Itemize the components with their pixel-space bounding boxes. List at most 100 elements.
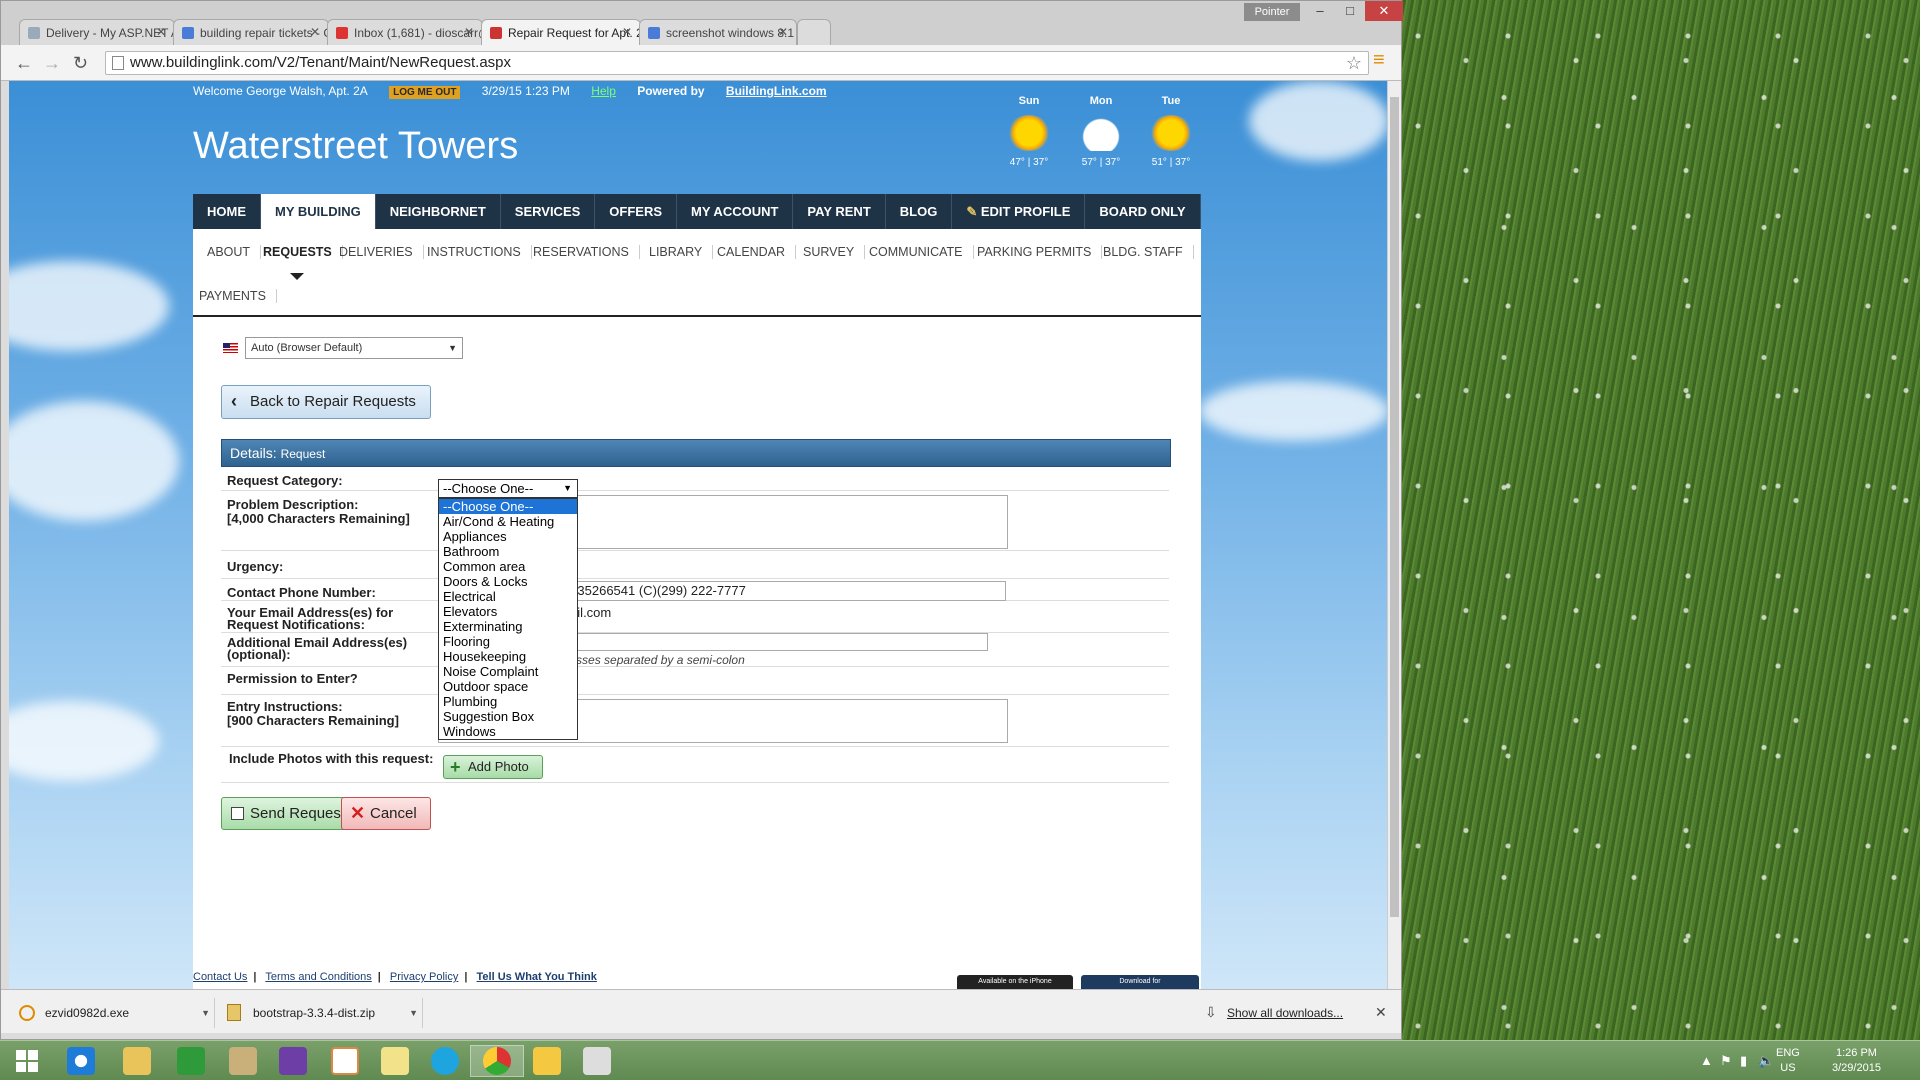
taskbar-app[interactable] bbox=[164, 1045, 218, 1077]
nav-offers[interactable]: OFFERS bbox=[595, 194, 678, 229]
nav-blog[interactable]: BLOG bbox=[886, 194, 953, 229]
subnav-bldg-staff[interactable]: BLDG. STAFF bbox=[1093, 245, 1194, 259]
dropdown-option[interactable]: Doors & Locks bbox=[439, 574, 577, 589]
menu-icon[interactable]: ≡ bbox=[1373, 49, 1385, 72]
dropdown-option[interactable]: Windows bbox=[439, 724, 577, 739]
dropdown-option[interactable]: Flooring bbox=[439, 634, 577, 649]
dropdown-option[interactable]: Air/Cond & Heating bbox=[439, 514, 577, 529]
subnav-instructions[interactable]: INSTRUCTIONS bbox=[417, 245, 532, 259]
download-item[interactable]: bootstrap-3.3.4-dist.zip ▼ bbox=[217, 998, 423, 1028]
window-close-icon[interactable]: ✕ bbox=[1365, 1, 1403, 21]
dropdown-option[interactable]: Exterminating bbox=[439, 619, 577, 634]
nav-my-account[interactable]: MY ACCOUNT bbox=[677, 194, 794, 229]
buildinglink-link[interactable]: BuildingLink.com bbox=[726, 84, 827, 98]
subnav-calendar[interactable]: CALENDAR bbox=[707, 245, 797, 259]
close-icon[interactable]: ✕ bbox=[156, 25, 166, 39]
address-bar[interactable]: www.buildinglink.com/V2/Tenant/Maint/New… bbox=[105, 51, 1369, 75]
forward-arrow-icon[interactable]: → bbox=[43, 53, 61, 74]
iphone-badge[interactable]: Available on the iPhone bbox=[957, 975, 1073, 989]
scrollbar-thumb[interactable] bbox=[1390, 97, 1399, 917]
clock[interactable]: 1:26 PM 3/29/2015 bbox=[1832, 1046, 1881, 1076]
browser-tab[interactable]: screenshot windows 8.1 - ✕ bbox=[639, 19, 797, 45]
start-button[interactable] bbox=[0, 1045, 54, 1077]
logout-button[interactable]: LOG ME OUT bbox=[389, 86, 461, 99]
category-selected-value: --Choose One-- bbox=[443, 481, 534, 496]
nav-board-only[interactable]: BOARD ONLY bbox=[1085, 194, 1201, 229]
tray-up-arrow-icon[interactable]: ▲ bbox=[1700, 1053, 1713, 1068]
browser-tab-active[interactable]: Repair Request for Apt. 2/ ✕ bbox=[481, 19, 641, 45]
footer-link-contact[interactable]: Contact Us bbox=[193, 971, 247, 983]
chevron-down-icon[interactable]: ▼ bbox=[409, 998, 418, 1028]
footer-link-terms[interactable]: Terms and Conditions bbox=[265, 971, 371, 983]
nav-neighbornet[interactable]: NEIGHBORNET bbox=[376, 194, 501, 229]
dropdown-option[interactable]: Suggestion Box bbox=[439, 709, 577, 724]
close-icon[interactable]: ✕ bbox=[778, 25, 788, 39]
browser-tab[interactable]: Inbox (1,681) - dioscarr@ ✕ bbox=[327, 19, 483, 45]
dropdown-option[interactable]: Bathroom bbox=[439, 544, 577, 559]
taskbar-app[interactable] bbox=[266, 1045, 320, 1077]
nav-pay-rent[interactable]: PAY RENT bbox=[793, 194, 886, 229]
close-icon[interactable]: ✕ bbox=[1375, 1004, 1387, 1021]
close-icon[interactable]: ✕ bbox=[310, 25, 320, 39]
nav-my-building[interactable]: MY BUILDING bbox=[261, 194, 376, 229]
page-scrollbar[interactable] bbox=[1387, 81, 1401, 989]
minimize-icon[interactable]: – bbox=[1305, 1, 1335, 21]
new-tab-button[interactable] bbox=[797, 19, 831, 45]
cancel-button[interactable]: ✕ Cancel bbox=[341, 797, 431, 830]
taskbar-app[interactable] bbox=[570, 1045, 624, 1077]
subnav-library[interactable]: LIBRARY bbox=[639, 245, 714, 259]
add-photo-button[interactable]: + Add Photo bbox=[443, 755, 543, 779]
back-to-repair-requests-button[interactable]: ‹ Back to Repair Requests bbox=[221, 385, 431, 419]
dropdown-option[interactable]: Plumbing bbox=[439, 694, 577, 709]
taskbar-app[interactable] bbox=[418, 1045, 472, 1077]
subnav-reservations[interactable]: RESERVATIONS bbox=[523, 245, 640, 259]
maximize-icon[interactable]: □ bbox=[1335, 1, 1365, 21]
download-item[interactable]: ezvid0982d.exe ▼ bbox=[9, 998, 215, 1028]
snipping-tool-icon bbox=[583, 1047, 611, 1075]
dropdown-option[interactable]: Common area bbox=[439, 559, 577, 574]
dropdown-option[interactable]: Appliances bbox=[439, 529, 577, 544]
reload-icon[interactable]: ↻ bbox=[73, 53, 88, 74]
nav-services[interactable]: SERVICES bbox=[501, 194, 596, 229]
network-icon[interactable]: ▮ bbox=[1740, 1053, 1747, 1069]
subnav-about[interactable]: ABOUT bbox=[197, 245, 262, 259]
dropdown-option[interactable]: Elevators bbox=[439, 604, 577, 619]
show-all-downloads-link[interactable]: ⇩ Show all downloads... bbox=[1205, 1004, 1343, 1020]
taskbar-app[interactable] bbox=[318, 1045, 372, 1077]
footer-link-feedback[interactable]: Tell Us What You Think bbox=[477, 971, 597, 983]
nav-edit-profile[interactable]: ✎ EDIT PROFILE bbox=[952, 194, 1086, 229]
taskbar-app[interactable] bbox=[216, 1045, 270, 1077]
language-select[interactable]: Auto (Browser Default) ▼ bbox=[245, 337, 463, 359]
help-link[interactable]: Help bbox=[591, 84, 616, 98]
taskbar-app[interactable] bbox=[110, 1045, 164, 1077]
nav-home[interactable]: HOME bbox=[193, 194, 261, 229]
footer-link-privacy[interactable]: Privacy Policy bbox=[390, 971, 458, 983]
taskbar-app[interactable] bbox=[368, 1045, 422, 1077]
taskbar-app[interactable] bbox=[520, 1045, 574, 1077]
back-arrow-icon[interactable]: ← bbox=[15, 53, 33, 74]
taskbar-app[interactable] bbox=[54, 1045, 108, 1077]
request-category-select[interactable]: --Choose One-- ▼ bbox=[438, 479, 578, 498]
flag-icon[interactable]: ⚑ bbox=[1720, 1053, 1732, 1069]
subnav-communicate[interactable]: COMMUNICATE bbox=[859, 245, 974, 259]
taskbar-app-active[interactable] bbox=[470, 1045, 524, 1077]
volume-icon[interactable]: 🔈 bbox=[1758, 1053, 1774, 1069]
browser-tab[interactable]: Delivery - My ASP.NET Ap ✕ bbox=[19, 19, 175, 45]
close-icon[interactable]: ✕ bbox=[622, 25, 632, 39]
send-request-button[interactable]: Send Request bbox=[221, 797, 359, 830]
dropdown-option[interactable]: Outdoor space bbox=[439, 679, 577, 694]
input-language[interactable]: ENG US bbox=[1776, 1046, 1800, 1076]
android-badge[interactable]: Download for bbox=[1081, 975, 1199, 989]
subnav-survey[interactable]: SURVEY bbox=[793, 245, 866, 259]
dropdown-option[interactable]: Noise Complaint bbox=[439, 664, 577, 679]
subnav-parking-permits[interactable]: PARKING PERMITS bbox=[967, 245, 1103, 259]
chevron-down-icon[interactable]: ▼ bbox=[201, 998, 210, 1028]
bookmark-star-icon[interactable]: ☆ bbox=[1346, 52, 1362, 74]
dropdown-option[interactable]: Housekeeping bbox=[439, 649, 577, 664]
browser-tab[interactable]: building repair tickets - G ✕ bbox=[173, 19, 329, 45]
subnav-deliveries[interactable]: DELIVERIES bbox=[329, 245, 424, 259]
dropdown-option[interactable]: --Choose One-- bbox=[439, 499, 577, 514]
dropdown-option[interactable]: Electrical bbox=[439, 589, 577, 604]
subnav-payments[interactable]: PAYMENTS bbox=[189, 289, 277, 303]
close-icon[interactable]: ✕ bbox=[464, 25, 474, 39]
